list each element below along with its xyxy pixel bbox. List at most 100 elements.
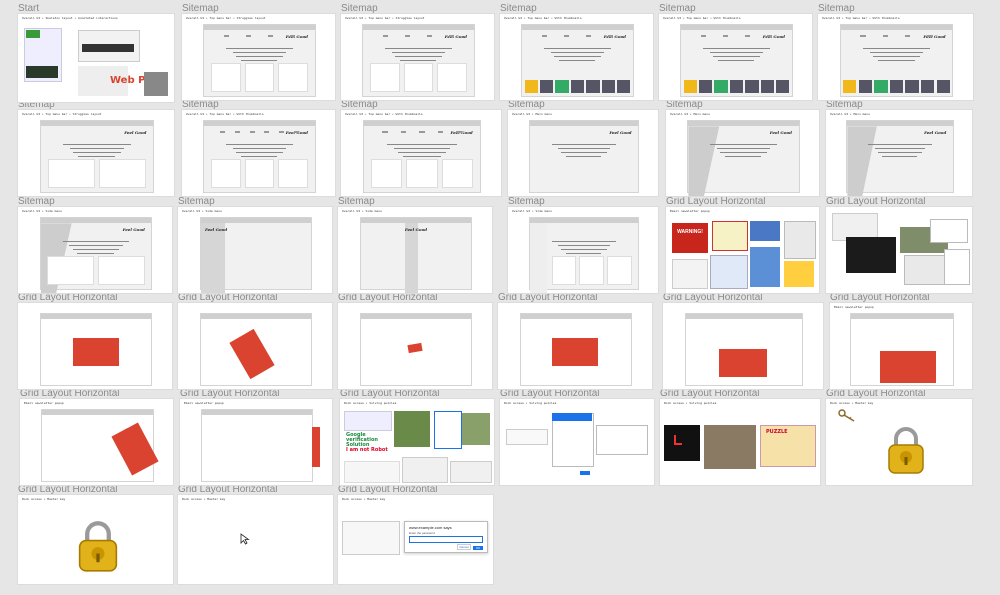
grid-piece	[674, 443, 682, 445]
frame-caption: Email newsletter popup	[834, 305, 874, 309]
ad-popup	[944, 249, 970, 285]
section-label-grid-layout-horizontal: Grid Layout Horizontal	[660, 388, 760, 399]
ad-popup	[712, 221, 748, 251]
grid-layout-frame[interactable]: Email newsletter popup	[830, 303, 972, 389]
grid-layout-frame[interactable]	[498, 303, 652, 389]
recaptcha-checkbox[interactable]	[506, 429, 548, 445]
section-label-grid-layout-horizontal: Grid Layout Horizontal	[18, 292, 118, 303]
captcha-panel	[344, 411, 392, 431]
site-logo: Feel Good	[124, 130, 147, 136]
browser-mockup: Feel Good	[203, 24, 316, 97]
dialog-frame[interactable]: Rock access • Master key www.example.com…	[338, 495, 493, 584]
section-label-sitemap: Sitemap	[178, 196, 215, 207]
section-label-grid-layout-horizontal: Grid Layout Horizontal	[500, 388, 600, 399]
frame-caption: Rock access • Solving puzzles	[344, 401, 397, 405]
section-label-sitemap: Sitemap	[508, 99, 545, 110]
grid-layout-frame[interactable]	[18, 303, 172, 389]
sitemap-frame[interactable]: Overall UI • Top menu bar • With thumbna…	[818, 14, 973, 100]
ok-button[interactable]: OK	[473, 546, 483, 550]
grid-layout-frame[interactable]	[178, 303, 332, 389]
red-popup[interactable]	[312, 427, 320, 467]
popup-collage-frame[interactable]	[826, 207, 972, 293]
puzzle-collage-frame[interactable]: Rock access • Solving puzzles PUZZLE	[660, 399, 820, 485]
section-label-sitemap: Sitemap	[182, 99, 219, 110]
frame-caption: Rock access • Master key	[22, 497, 66, 501]
section-label-sitemap: Sitemap	[508, 196, 545, 207]
section-label-grid-layout-horizontal: Grid Layout Horizontal	[20, 388, 120, 399]
browser-mockup: Feel Good	[199, 217, 313, 293]
grid-layout-frame[interactable]	[663, 303, 823, 389]
grid-layout-frame[interactable]: Email newsletter popup	[20, 399, 173, 485]
section-label-grid-layout-horizontal: Grid Layout Horizontal	[498, 292, 598, 303]
sitemap-frame[interactable]: Overall UI • Top menu bar • Struggles la…	[182, 14, 335, 100]
ad-popup	[672, 259, 708, 289]
captcha-collage-frame[interactable]: Rock access • Solving puzzles	[500, 399, 654, 485]
grid-layout-frame[interactable]	[338, 303, 492, 389]
sitemap-frame[interactable]: Overall UI • Top menu bar • With thumbna…	[341, 110, 501, 196]
sitemap-frame[interactable]: Overall UI • Main menu Feel Good	[826, 110, 972, 196]
cancel-button[interactable]: Cancel	[457, 544, 471, 550]
lock-frame[interactable]: Rock access • Master key	[178, 495, 333, 584]
start-frame[interactable]: Overall UI • Skeleton layout • Annotated…	[18, 14, 174, 102]
section-label-sitemap: Sitemap	[341, 99, 378, 110]
sitemap-frame[interactable]: Overall UI • Main menu Feel Good	[508, 110, 658, 196]
key-icon[interactable]	[838, 409, 856, 423]
ad-popup	[784, 261, 814, 287]
section-label-grid-layout-horizontal: Grid Layout Horizontal	[338, 484, 438, 495]
section-label-start: Start	[18, 3, 40, 14]
image-captcha-grid	[462, 413, 490, 445]
sitemap-frame[interactable]: Overall UI • Top menu bar • With thumbna…	[500, 14, 653, 100]
section-label-grid-layout-horizontal: Grid Layout Horizontal	[178, 484, 278, 495]
sitemap-frame[interactable]: Overall UI • Main menu Feel Good	[666, 110, 819, 196]
section-label-grid-layout-horizontal: Grid Layout Horizontal	[826, 388, 926, 399]
browser-mockup	[201, 409, 313, 482]
lock-frame[interactable]: Rock access • Master key	[18, 495, 173, 584]
ad-popup	[904, 255, 946, 285]
ad-popup	[750, 247, 780, 287]
sitemap-frame[interactable]: Overall UI • Side menu Feel Good	[178, 207, 332, 293]
sitemap-frame[interactable]: Overall UI • Top menu bar • Struggles la…	[341, 14, 494, 100]
verify-button[interactable]	[580, 471, 590, 475]
lock-frame[interactable]: Rock access • Master key	[826, 399, 972, 485]
not-robot-text: I am not Robot	[346, 447, 388, 453]
sitemap-frame[interactable]: Overall UI • Top menu bar • With thumbna…	[182, 110, 335, 196]
section-label-grid-layout-horizontal: Grid Layout Horizontal	[666, 196, 766, 207]
video-popup	[846, 237, 896, 273]
browser-mockup	[529, 217, 639, 293]
section-label-grid-layout-horizontal: Grid Layout Horizontal	[830, 292, 930, 303]
popup-collage-frame[interactable]: Email newsletter popup WARNING!	[666, 207, 819, 293]
frame-caption: Overall UI • Side menu	[22, 209, 62, 213]
puzzle-label: PUZZLE	[766, 429, 788, 435]
padlock-icon	[78, 521, 118, 572]
section-label-sitemap: Sitemap	[338, 196, 375, 207]
red-popup[interactable]	[73, 338, 119, 366]
section-label-grid-layout-horizontal: Grid Layout Horizontal	[826, 196, 926, 207]
section-label-grid-layout-horizontal: Grid Layout Horizontal	[663, 292, 763, 303]
red-popup[interactable]	[719, 349, 767, 377]
sitemap-frame[interactable]: Overall UI • Top menu bar • Struggles la…	[18, 110, 174, 196]
section-label-sitemap: Sitemap	[182, 3, 219, 14]
ad-popup	[784, 221, 816, 259]
password-input[interactable]	[409, 536, 483, 543]
red-popup[interactable]	[880, 351, 936, 383]
sitemap-frame[interactable]: Overall UI • Top menu bar • With thumbna…	[659, 14, 812, 100]
browser-mockup: Feel Good	[39, 217, 153, 293]
browser-mockup: Feel Good	[362, 24, 475, 97]
section-label-sitemap: Sitemap	[818, 3, 855, 14]
grid-layout-frame[interactable]: Email newsletter popup	[180, 399, 332, 485]
browser-mockup: Feel Good	[529, 120, 639, 193]
frame-caption: Overall UI • Side menu	[342, 209, 382, 213]
frame-caption: Email newsletter popup	[184, 401, 224, 405]
section-label-grid-layout-horizontal: Grid Layout Horizontal	[340, 388, 440, 399]
dark-header	[82, 44, 134, 52]
sitemap-frame[interactable]: Overall UI • Side menu Feel Good	[338, 207, 492, 293]
red-popup[interactable]	[552, 338, 598, 366]
frame-caption: Overall UI • Top menu bar • Struggles la…	[345, 16, 425, 20]
frame-caption: Overall UI • Side menu	[182, 209, 222, 213]
captcha-collage-frame[interactable]: Rock access • Solving puzzles Google ver…	[340, 399, 494, 485]
captcha-title: Google verification Solution	[346, 432, 378, 448]
frame-caption: Overall UI • Main menu	[670, 112, 710, 116]
sitemap-frame[interactable]: Overall UI • Side menu	[508, 207, 658, 293]
sitemap-frame[interactable]: Overall UI • Side menu Feel Good	[18, 207, 172, 293]
dialog-title: www.example.com says	[409, 525, 452, 530]
